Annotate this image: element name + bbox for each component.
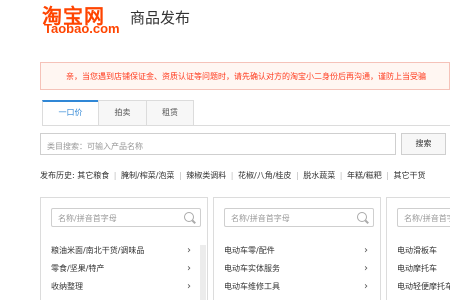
category-list: 粮油米面/南北干货/调味品 › 零食/坚果/特产 › 收纳整理 ›: [41, 242, 207, 296]
category-panel-level2: 名称/拼音首字母 电动车零/配件 › 电动车实体服务 › 电动车维修工具 ›: [213, 197, 381, 300]
tab-fixed-price[interactable]: 一口价: [42, 100, 99, 126]
category-list: 电动车零/配件 › 电动车实体服务 › 电动车维修工具 ›: [214, 242, 380, 296]
chevron-right-icon: ›: [364, 263, 368, 274]
category-item[interactable]: 零食/坚果/特产 ›: [41, 260, 207, 278]
category-item-label: 收纳整理: [51, 282, 83, 291]
category-item[interactable]: 电动车维修工具 ›: [214, 278, 380, 296]
history-item[interactable]: 花椒/八角/桂皮: [238, 170, 291, 181]
category-search-box: [40, 133, 396, 157]
history-item[interactable]: 腌制/榨菜/泡菜: [121, 170, 174, 181]
panel-search-input[interactable]: 名称/拼音首字母: [51, 208, 201, 227]
category-item[interactable]: 粮油米面/南北干货/调味品 ›: [41, 242, 207, 260]
history-item[interactable]: 其它粮食: [77, 170, 109, 181]
history-separator: |: [295, 171, 299, 180]
history-separator: |: [230, 171, 234, 180]
history-label: 发布历史:: [40, 171, 75, 180]
history-item[interactable]: 其它干货: [394, 170, 426, 181]
panel-search-placeholder: 名称/拼音首字母: [58, 214, 117, 223]
page-title: 商品发布: [130, 9, 191, 27]
category-item-label: 电动车零/配件: [224, 246, 275, 255]
category-item-label: 零食/坚果/特产: [51, 264, 105, 273]
tab-rental[interactable]: 租赁: [146, 100, 194, 126]
category-search-input[interactable]: [41, 136, 395, 157]
search-icon: [184, 212, 194, 222]
category-list: 电动滑板车 电动摩托车 电动轻便摩托车: [387, 242, 450, 296]
chevron-right-icon: ›: [187, 245, 191, 256]
category-item[interactable]: 电动摩托车: [387, 260, 450, 278]
category-item-label: 电动车维修工具: [224, 282, 280, 291]
search-icon: [357, 212, 367, 222]
category-item[interactable]: 电动滑板车: [387, 242, 450, 260]
notice-text: 亲，当您遇到店铺保证金、资质认证等问题时，请先确认对方的淘宝小二身份后再沟通，谨…: [66, 72, 426, 81]
category-item-label: 电动车实体服务: [224, 264, 280, 273]
panel-search-placeholder: 名称/拼音首字母: [231, 214, 290, 223]
chevron-right-icon: ›: [187, 281, 191, 292]
category-item-label: 电动滑板车: [397, 246, 437, 255]
category-item[interactable]: 电动车实体服务 ›: [214, 260, 380, 278]
history-separator: |: [113, 171, 117, 180]
category-panel-level1: 名称/拼音首字母 粮油米面/南北干货/调味品 › 零食/坚果/特产 › 收纳整理 ›: [40, 197, 208, 300]
chevron-right-icon: ›: [187, 263, 191, 274]
history-item[interactable]: 辣椒类调料: [186, 170, 226, 181]
category-item[interactable]: 电动轻便摩托车: [387, 278, 450, 296]
logo-en-text: Taobao.com: [44, 21, 120, 36]
panel-search-input[interactable]: 名称/拼音首字母: [224, 208, 374, 227]
chevron-right-icon: ›: [364, 245, 368, 256]
panel-search-input[interactable]: 名称/拼音首字母: [397, 208, 450, 227]
history-separator: |: [339, 171, 343, 180]
panel-search-placeholder: 名称/拼音首字母: [404, 214, 450, 223]
category-item-label: 电动摩托车: [397, 264, 437, 273]
history-item[interactable]: 年糕/糍粑: [347, 170, 382, 181]
history-item[interactable]: 脱水蔬菜: [303, 170, 335, 181]
tab-auction[interactable]: 拍卖: [98, 100, 147, 126]
chevron-right-icon: ›: [364, 281, 368, 292]
search-button[interactable]: 搜索: [401, 133, 446, 155]
category-item[interactable]: 收纳整理 ›: [41, 278, 207, 296]
history-separator: |: [386, 171, 389, 180]
category-item[interactable]: 电动车零/配件 ›: [214, 242, 380, 260]
notice-banner: 亲，当您遇到店铺保证金、资质认证等问题时，请先确认对方的淘宝小二身份后再沟通，谨…: [40, 62, 450, 90]
taobao-logo[interactable]: 淘宝网 Taobao.com: [40, 0, 126, 36]
publish-history: 发布历史: 其它粮食 | 腌制/榨菜/泡菜 | 辣椒类调料 | 花椒/八角/桂皮…: [40, 170, 426, 182]
history-separator: |: [178, 171, 182, 180]
panel-scrollbar[interactable]: [200, 245, 206, 300]
category-panel-level3: 名称/拼音首字母 电动滑板车 电动摩托车 电动轻便摩托车: [386, 197, 450, 300]
tab-divider: [42, 125, 450, 126]
category-item-label: 粮油米面/南北干货/调味品: [51, 246, 145, 255]
category-item-label: 电动轻便摩托车: [397, 282, 450, 291]
